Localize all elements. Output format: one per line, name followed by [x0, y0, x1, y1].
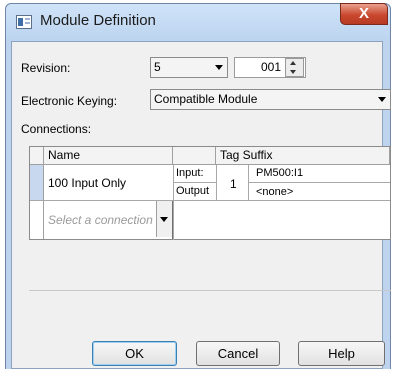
module-definition-icon	[16, 15, 32, 29]
electronic-keying-label: Electronic Keying:	[21, 94, 118, 108]
chevron-down-icon	[378, 97, 386, 102]
grid-divider	[248, 182, 390, 183]
close-icon: X	[358, 5, 369, 22]
electronic-keying-value: Compatible Module	[154, 92, 258, 106]
chevron-down-icon	[160, 217, 168, 222]
output-label: Output	[176, 185, 210, 197]
spin-down-icon	[290, 70, 296, 74]
connection-name[interactable]: 100 Input Only	[48, 176, 126, 190]
revision-major-select[interactable]: 5	[150, 57, 228, 78]
ok-button[interactable]: OK	[92, 341, 177, 366]
revision-minor-value: 001	[260, 60, 281, 74]
grid-divider	[173, 182, 216, 183]
cancel-button[interactable]: Cancel	[196, 341, 280, 366]
connections-label: Connections:	[21, 122, 92, 136]
spin-up-icon	[290, 61, 296, 65]
select-connection-placeholder: Select a connection	[48, 213, 153, 227]
input-label: Input:	[176, 167, 204, 179]
name-column-header[interactable]: Name	[44, 147, 173, 165]
row-selector[interactable]	[30, 165, 44, 200]
grid-divider	[216, 165, 217, 200]
input-tag-suffix[interactable]: PM500:I1	[256, 167, 303, 179]
tag-suffix-column-header[interactable]: Tag Suffix	[216, 147, 390, 165]
close-button[interactable]: X	[340, 3, 388, 25]
revision-label: Revision:	[21, 61, 71, 75]
chevron-down-icon	[215, 65, 223, 70]
output-tag-suffix[interactable]: <none>	[256, 186, 293, 198]
window-title: Module Definition	[40, 12, 156, 29]
revision-minor-spinner[interactable]	[285, 58, 304, 77]
row-selector-header	[30, 147, 44, 165]
dropdown-button[interactable]	[156, 201, 172, 237]
new-row-selector	[30, 201, 44, 239]
electronic-keying-select[interactable]: Compatible Module	[150, 89, 391, 110]
help-button[interactable]: Help	[298, 341, 385, 366]
grid-divider	[173, 165, 174, 240]
separator	[29, 290, 391, 291]
rpi-column-header	[173, 147, 216, 165]
select-connection-dropdown[interactable]: Select a connection	[44, 201, 173, 239]
revision-major-value: 5	[154, 60, 161, 74]
rpi-value[interactable]: 1	[230, 177, 237, 191]
